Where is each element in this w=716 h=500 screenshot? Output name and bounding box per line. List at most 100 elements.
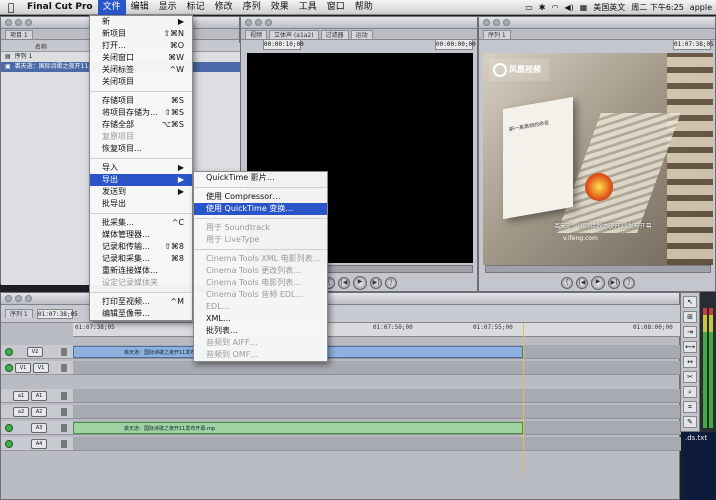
zoom-icon[interactable] — [25, 19, 32, 26]
file-menu-item[interactable]: 新项目 ⇧⌘N — [90, 28, 192, 40]
menu-tools[interactable]: 工具 — [294, 0, 322, 15]
close-icon[interactable] — [483, 19, 490, 26]
minimize-icon[interactable] — [15, 295, 22, 302]
viewer-duration-timecode[interactable]: 00:00:10;00 — [263, 39, 304, 50]
selection-tool-icon[interactable]: ↖ — [683, 296, 697, 308]
tab-sequence[interactable]: 序列 1 — [483, 30, 511, 39]
file-menu-item[interactable]: 导入 ▶ — [90, 162, 192, 174]
file-menu-item[interactable]: 存储项目 ⌘S — [90, 95, 192, 107]
track-select-tool-icon[interactable]: ⇥ — [683, 326, 697, 338]
lock-icon[interactable] — [61, 364, 67, 372]
file-menu-item[interactable]: 关闭项目 — [90, 76, 192, 88]
file-menu-item[interactable]: 存储全部 ⌥⌘S — [90, 119, 192, 131]
track-visibility-icon[interactable] — [5, 348, 13, 356]
file-menu-item[interactable]: 新 ▶ — [90, 16, 192, 28]
edit-select-tool-icon[interactable]: ⊞ — [683, 311, 697, 323]
mark-out-icon[interactable]: } — [385, 277, 397, 289]
file-menu-item[interactable]: 打开… ⌘O — [90, 40, 192, 52]
tab-sequence[interactable]: 序列 1 — [5, 309, 33, 318]
file-menu-item[interactable]: 导出 ▶ — [90, 174, 192, 186]
track-visibility-icon[interactable] — [5, 440, 13, 448]
close-icon[interactable] — [5, 19, 12, 26]
file-menu-item[interactable]: 关闭标签 ^W — [90, 64, 192, 76]
wifi-icon[interactable]: ◠ — [551, 3, 558, 12]
mark-out-icon[interactable]: } — [623, 277, 635, 289]
tab-motion[interactable]: 运动 — [350, 30, 373, 39]
file-menu-item[interactable]: 将项目存储为… ⇧⌘S — [90, 107, 192, 119]
volume-icon[interactable]: ◀) — [564, 3, 573, 12]
zoom-icon[interactable] — [503, 19, 510, 26]
menu-help[interactable]: 帮助 — [350, 0, 378, 15]
file-menu-item[interactable]: 打印至视频… ^M — [90, 296, 192, 308]
bluetooth-icon[interactable]: ✱ — [539, 3, 546, 12]
next-edit-icon[interactable]: ▶| — [370, 277, 382, 289]
crop-tool-icon[interactable]: ⌗ — [683, 401, 697, 413]
menu-modify[interactable]: 修改 — [210, 0, 238, 15]
file-menu-item[interactable]: 编辑至像带… — [90, 308, 192, 320]
next-edit-icon[interactable]: ▶| — [608, 277, 620, 289]
close-icon[interactable] — [245, 19, 252, 26]
desktop-file-icon[interactable]: .ds.txt — [682, 432, 716, 500]
display-icon[interactable]: ▭ — [525, 3, 533, 12]
tab-filters[interactable]: 过滤器 — [320, 30, 349, 39]
slip-tool-icon[interactable]: ↔ — [683, 356, 697, 368]
tab-stereo[interactable]: 立体声 (a1a2) — [269, 30, 319, 39]
minimize-icon[interactable] — [493, 19, 500, 26]
zoom-icon[interactable] — [265, 19, 272, 26]
menu-edit[interactable]: 编辑 — [126, 0, 154, 15]
lock-icon[interactable] — [61, 348, 67, 356]
pen-tool-icon[interactable]: ✎ — [683, 416, 697, 428]
file-menu-item[interactable]: 恢复项目… — [90, 143, 192, 155]
file-menu-item[interactable]: 关闭窗口 ⌘W — [90, 52, 192, 64]
file-menu-item[interactable]: 记录和采集… ⌘8 — [90, 253, 192, 265]
zoom-tool-icon[interactable]: ⌕ — [683, 386, 697, 398]
export-menu-item[interactable]: XML… — [194, 313, 327, 325]
canvas-current-timecode[interactable]: 01:07:38;05 — [673, 39, 714, 50]
tab-video[interactable]: 视频 — [245, 30, 268, 39]
zoom-icon[interactable] — [25, 295, 32, 302]
track-visibility-icon[interactable] — [5, 364, 13, 372]
menu-file[interactable]: 文件 — [97, 0, 126, 15]
viewer-current-timecode[interactable]: 00:00:00;00 — [435, 39, 476, 50]
file-menu-item[interactable]: 批导出 — [90, 198, 192, 210]
canvas-scrubber[interactable] — [485, 265, 711, 273]
timeline-ruler[interactable]: 01:07:38;05 01:07:50;00 01:07:55;00 01:0… — [73, 323, 681, 337]
user-name[interactable]: apple — [690, 3, 712, 12]
menu-window[interactable]: 窗口 — [322, 0, 350, 15]
minimize-icon[interactable] — [15, 19, 22, 26]
lock-icon[interactable] — [61, 408, 67, 416]
file-menu-item[interactable]: 媒体管理器… — [90, 229, 192, 241]
apple-icon[interactable]:  — [0, 1, 22, 14]
mark-in-icon[interactable]: { — [561, 277, 573, 289]
file-menu-item[interactable]: 重新连接媒体… — [90, 265, 192, 277]
file-menu-item[interactable]: 批采集… ^C — [90, 217, 192, 229]
lock-icon[interactable] — [61, 392, 67, 400]
minimize-icon[interactable] — [255, 19, 262, 26]
menu-sequence[interactable]: 序列 — [238, 0, 266, 15]
file-menu-item[interactable]: 发送到 ▶ — [90, 186, 192, 198]
file-menu-item[interactable]: 记录和传输… ⇧⌘8 — [90, 241, 192, 253]
play-icon[interactable]: ▶ — [591, 276, 605, 290]
input-language[interactable]: 美国英文 — [593, 2, 625, 13]
menu-effects[interactable]: 效果 — [266, 0, 294, 15]
export-menu-item[interactable]: QuickTime 影片… — [194, 172, 327, 184]
clip[interactable]: 裘天逝：国际诗歌之夜开11发布开幕.mp — [73, 422, 523, 434]
tab-project[interactable]: 项目 1 — [5, 30, 33, 39]
razor-tool-icon[interactable]: ✂ — [683, 371, 697, 383]
export-menu-item[interactable]: 使用 QuickTime 变换… — [194, 203, 327, 215]
lock-icon[interactable] — [61, 424, 67, 432]
close-icon[interactable] — [5, 295, 12, 302]
export-menu-item[interactable]: 批列表… — [194, 325, 327, 337]
timeline-timecode[interactable]: 01:07:38;05 — [37, 309, 78, 319]
playhead[interactable] — [523, 323, 524, 473]
menu-mark[interactable]: 标记 — [182, 0, 210, 15]
track-visibility-icon[interactable] — [5, 424, 13, 432]
play-icon[interactable]: ▶ — [353, 276, 367, 290]
clock[interactable]: 周二 下午6:25 — [631, 2, 684, 13]
export-menu-item[interactable]: 使用 Compressor… — [194, 191, 327, 203]
prev-edit-icon[interactable]: |◀ — [338, 277, 350, 289]
flag-icon[interactable]: ▦ — [580, 3, 588, 12]
roll-tool-icon[interactable]: ⟷ — [683, 341, 697, 353]
menu-view[interactable]: 显示 — [154, 0, 182, 15]
menu-app-name[interactable]: Final Cut Pro — [22, 0, 98, 15]
